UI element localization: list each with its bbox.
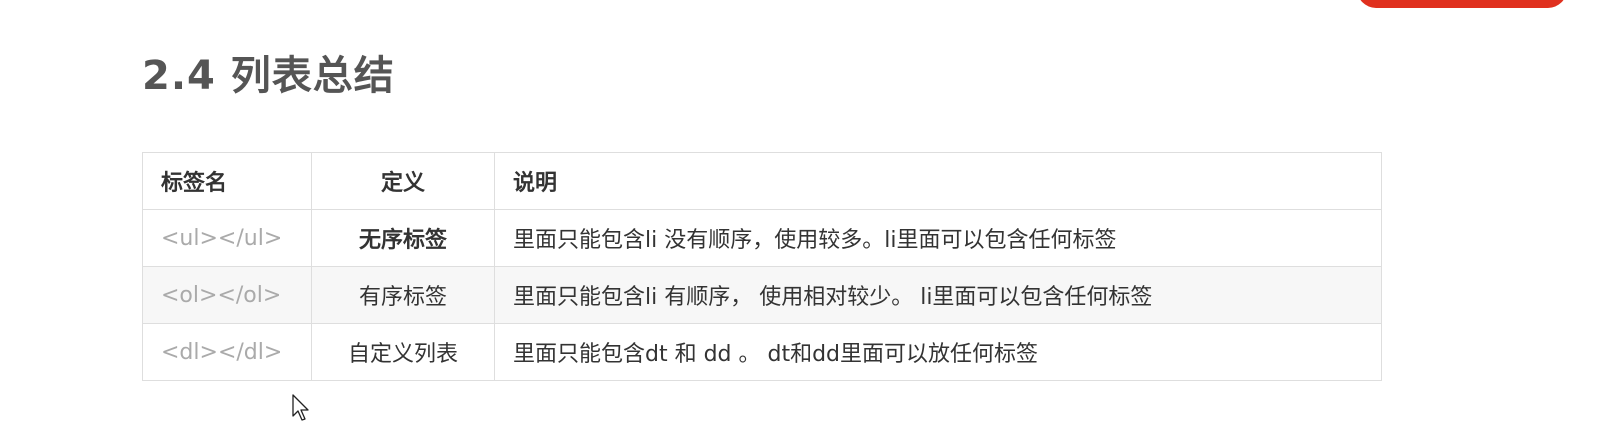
corner-red-button[interactable] (1357, 0, 1567, 8)
tag-cell: <ol></ol> (142, 266, 312, 324)
header-tag-name: 标签名 (142, 152, 312, 210)
description-cell: 里面只能包含li 有顺序， 使用相对较少。 li里面可以包含任何标签 (494, 266, 1382, 324)
table-row-ol: <ol></ol> 有序标签 里面只能包含li 有顺序， 使用相对较少。 li里… (142, 266, 1382, 324)
definition-cell: 自定义列表 (311, 323, 495, 381)
tag-cell: <dl></dl> (142, 323, 312, 381)
definition-cell: 无序标签 (311, 209, 495, 267)
description-cell: 里面只能包含li 没有顺序，使用较多。li里面可以包含任何标签 (494, 209, 1382, 267)
list-summary-table: 标签名 定义 说明 <ul></ul> 无序标签 里面只能包含li 没有顺序，使… (142, 152, 1382, 381)
description-cell: 里面只能包含dt 和 dd 。 dt和dd里面可以放任何标签 (494, 323, 1382, 381)
mouse-cursor-icon (292, 394, 309, 421)
table-row-dl: <dl></dl> 自定义列表 里面只能包含dt 和 dd 。 dt和dd里面可… (142, 323, 1382, 381)
definition-cell: 有序标签 (311, 266, 495, 324)
header-description: 说明 (494, 152, 1382, 210)
section-title: 2.4 列表总结 (142, 53, 395, 99)
table-row-ul: <ul></ul> 无序标签 里面只能包含li 没有顺序，使用较多。li里面可以… (142, 209, 1382, 267)
tag-cell: <ul></ul> (142, 209, 312, 267)
header-definition: 定义 (311, 152, 495, 210)
table-header-row: 标签名 定义 说明 (142, 152, 1382, 210)
